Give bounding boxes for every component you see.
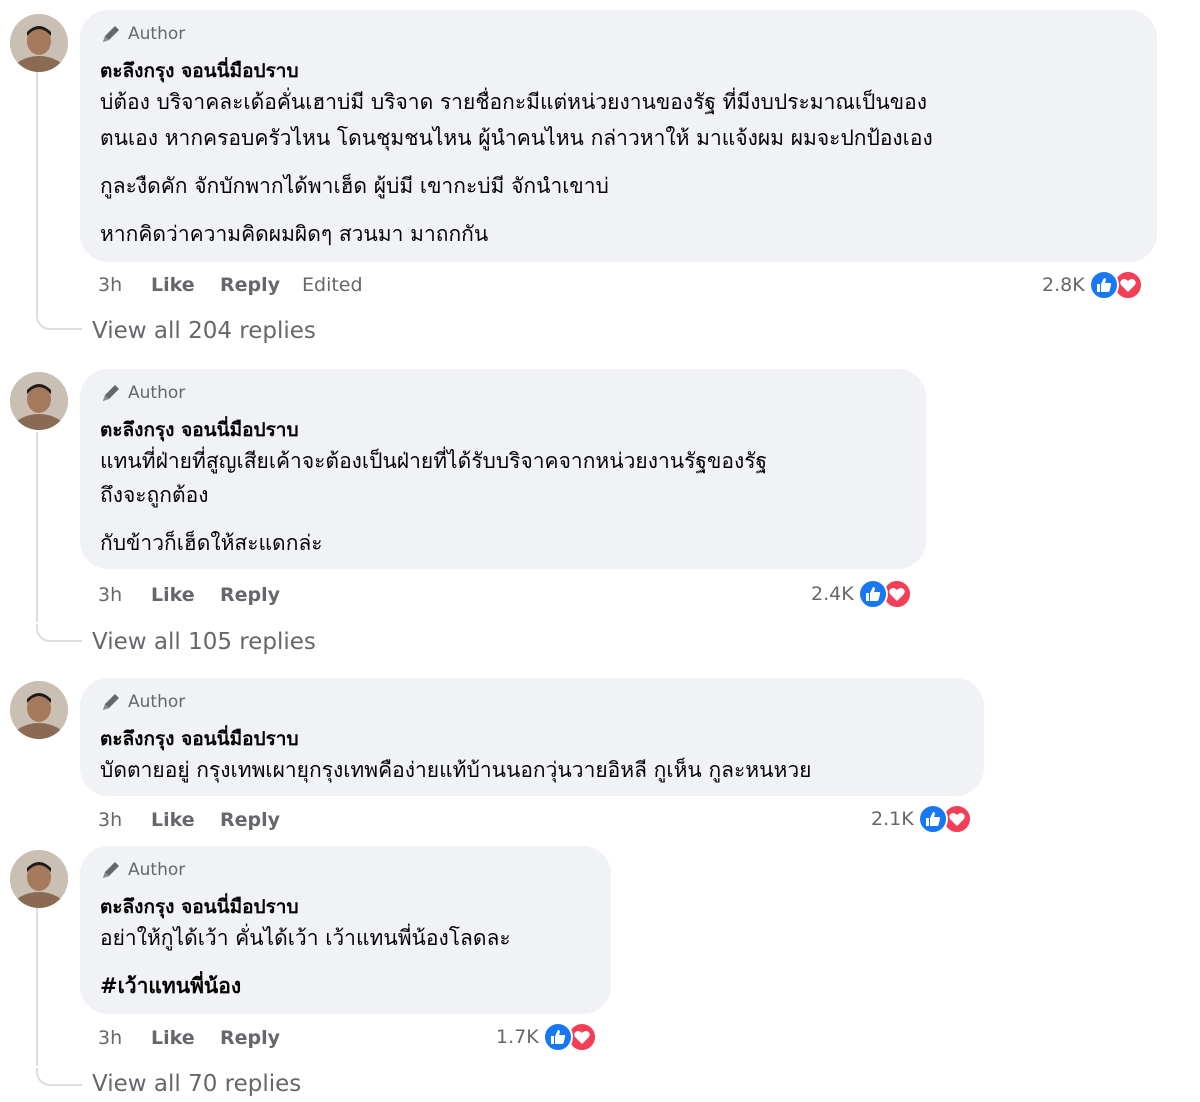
comment-time[interactable]: 3h [98, 809, 122, 831]
author-badge-label: Author [128, 692, 186, 712]
avatar[interactable] [10, 372, 68, 430]
reaction-count: 1.7K [496, 1026, 539, 1048]
comment-actions: 3h Like Reply [98, 805, 318, 835]
comment-text-line: บัดตายอยู่ กรุงเทพเผายุกรุงเทพคือง่ายแท้… [100, 758, 812, 782]
comment-time[interactable]: 3h [98, 1027, 122, 1049]
reply-button[interactable]: Reply [220, 584, 280, 606]
reaction-count: 2.4K [811, 583, 854, 605]
comment-bubble: Author ตะลึงกรุง จอนนี่มือปราบ บัดตายอยู… [80, 678, 984, 796]
thread-line [36, 432, 38, 622]
comment-actions: 3h Like Reply Edited [98, 270, 398, 300]
like-reaction-icon [917, 804, 948, 834]
comment-text-line: แทนที่ฝ่ายที่สูญเสียเค้าจะต้องเป็นฝ่ายที… [100, 449, 768, 473]
reaction-summary[interactable]: 2.8K [1042, 268, 1143, 302]
comment-time[interactable]: 3h [98, 584, 122, 606]
avatar-photo [10, 681, 68, 739]
reaction-summary[interactable]: 2.4K [811, 577, 912, 611]
comment-text-line: กับข้าวก็เฮ็ดให้สะแดกล่ะ [100, 531, 323, 555]
view-replies-link[interactable]: View all 70 replies [92, 1071, 301, 1097]
author-badge: Author [100, 381, 185, 405]
commenter-name[interactable]: ตะลึงกรุง จอนนี่มือปราบ [100, 56, 299, 86]
reply-button[interactable]: Reply [220, 1027, 280, 1049]
comment-text-line: ตนเอง หากครอบครัวไหน โดนชุมชนไหน ผู้นำคน… [100, 126, 933, 150]
author-badge: Author [100, 858, 185, 882]
comment-text-line: หากคิดว่าความคิดผมผิดๆ สวนมา มาถกกัน [100, 222, 489, 246]
like-button[interactable]: Like [151, 584, 195, 606]
thread-line [36, 72, 38, 312]
pen-icon [103, 26, 119, 42]
author-badge-label: Author [128, 24, 186, 44]
reply-button[interactable]: Reply [220, 809, 280, 831]
commenter-name[interactable]: ตะลึงกรุง จอนนี่มือปราบ [100, 892, 299, 922]
like-reaction-icon [857, 579, 888, 609]
thread-connector [36, 624, 82, 642]
commenter-name[interactable]: ตะลึงกรุง จอนนี่มือปราบ [100, 724, 299, 754]
avatar-photo [10, 14, 68, 72]
hashtag-link[interactable]: #เว้าแทนพี่น้อง [100, 970, 241, 1003]
avatar-photo [10, 372, 68, 430]
reaction-count: 2.1K [871, 808, 914, 830]
author-badge-label: Author [128, 383, 186, 403]
comment-text-line: ถึงจะถูกต้อง [100, 483, 209, 507]
pen-icon [103, 694, 119, 710]
reaction-count: 2.8K [1042, 274, 1085, 296]
comment-actions: 3h Like Reply [98, 1023, 318, 1053]
comment-bubble: Author ตะลึงกรุง จอนนี่มือปราบ อย่าให้กู… [80, 846, 611, 1014]
view-replies-link[interactable]: View all 204 replies [92, 318, 316, 344]
comment-time[interactable]: 3h [98, 274, 122, 296]
author-badge: Author [100, 690, 185, 714]
reaction-summary[interactable]: 1.7K [496, 1020, 597, 1054]
edited-label[interactable]: Edited [302, 274, 363, 296]
view-replies-link[interactable]: View all 105 replies [92, 629, 316, 655]
reaction-summary[interactable]: 2.1K [871, 802, 972, 836]
reply-button[interactable]: Reply [220, 274, 280, 296]
like-reaction-icon [542, 1022, 573, 1052]
comment-bubble: Author ตะลึงกรุง จอนนี่มือปราบ บ่ต้อง บร… [80, 10, 1157, 262]
commenter-name[interactable]: ตะลึงกรุง จอนนี่มือปราบ [100, 415, 299, 445]
avatar[interactable] [10, 850, 68, 908]
like-button[interactable]: Like [151, 1027, 195, 1049]
like-reaction-icon [1088, 270, 1119, 300]
comment-text-line: อย่าให้กูได้เว้า คั่นได้เว้า เว้าแทนพี่น… [100, 926, 511, 950]
thread-connector [36, 1068, 82, 1086]
author-badge: Author [100, 22, 185, 46]
thread-connector [36, 312, 82, 330]
comment-text-line: กูละงืดคัก จักบักพากได้พาเฮ็ด ผู้บ่มี เข… [100, 174, 609, 198]
avatar-photo [10, 850, 68, 908]
comment-text-line: บ่ต้อง บริจาคละเด้อคั่นเฮาบ่มี บริจาด รา… [100, 90, 927, 114]
avatar[interactable] [10, 681, 68, 739]
pen-icon [103, 862, 119, 878]
like-button[interactable]: Like [151, 274, 195, 296]
like-button[interactable]: Like [151, 809, 195, 831]
avatar[interactable] [10, 14, 68, 72]
comment-actions: 3h Like Reply [98, 580, 318, 610]
thread-line [36, 908, 38, 1066]
comment-bubble: Author ตะลึงกรุง จอนนี่มือปราบ แทนที่ฝ่า… [80, 369, 926, 569]
author-badge-label: Author [128, 860, 186, 880]
pen-icon [103, 385, 119, 401]
